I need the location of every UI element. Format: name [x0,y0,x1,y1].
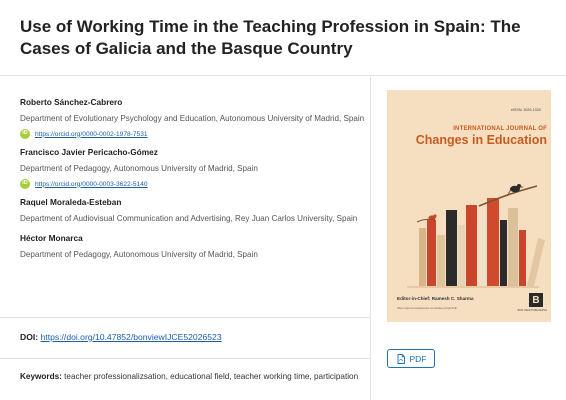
publisher-logo-icon: B [529,293,543,307]
author-affiliation: Department of Pedagogy, Autonomous Unive… [20,250,258,259]
cover-url: https://ojs.bonviewpress.com/index.php/I… [397,306,457,310]
orcid-icon: iD [20,179,30,189]
author-name: Francisco Javier Pericacho-Gómez [20,147,158,157]
author-entry: Héctor Monarca Department of Pedagogy, A… [20,232,365,262]
author-affiliation: Department of Pedagogy, Autonomous Unive… [20,164,258,173]
document-icon [397,353,405,364]
cover-journal-subtitle: Changes in Education [415,133,547,147]
divider [0,317,371,318]
keywords-row: Keywords: teacher professionalizsation, … [20,370,365,383]
article-header: Use of Working Time in the Teaching Prof… [0,0,566,76]
cover-issn: eISSN: 3029-133X [511,108,541,112]
author-name: Héctor Monarca [20,233,83,243]
article-main-panel: Roberto Sánchez-Cabrero Department of Ev… [0,77,371,400]
bookshelf-illustration [407,184,545,288]
author-name: Roberto Sánchez-Cabrero [20,97,123,107]
journal-cover-image[interactable]: eISSN: 3029-133X INTERNATIONAL JOURNAL O… [387,90,551,322]
publisher-name: BON VIEW PUBLISHING [517,309,547,312]
author-affiliation: Department of Audiovisual Communication … [20,214,358,223]
doi-link[interactable]: https://doi.org/10.47852/bonviewIJCE5202… [41,332,222,342]
orcid-row: iD https://orcid.org/0000-0003-3622-5140 [20,178,365,190]
author-entry: Francisco Javier Pericacho-Gómez Departm… [20,146,365,190]
cover-editor: Editor-in-Chief: Ramesh C. Sharma [397,296,474,301]
divider [0,358,371,359]
cover-journal-title: INTERNATIONAL JOURNAL OF [453,126,547,132]
author-affiliation: Department of Evolutionary Psychology an… [20,114,365,123]
doi-label: DOI: [20,332,39,342]
orcid-link[interactable]: https://orcid.org/0000-0002-1978-7531 [35,131,148,138]
author-name: Raquel Moraleda-Esteban [20,197,122,207]
doi-row: DOI: https://doi.org/10.47852/bonviewIJC… [20,332,222,342]
keywords-label: Keywords: [20,372,62,381]
orcid-row: iD https://orcid.org/0000-0002-1978-7531 [20,128,365,140]
pdf-button-label: PDF [409,353,427,364]
author-entry: Roberto Sánchez-Cabrero Department of Ev… [20,96,365,140]
author-entry: Raquel Moraleda-Esteban Department of Au… [20,196,365,226]
orcid-link[interactable]: https://orcid.org/0000-0003-3622-5140 [35,181,148,188]
author-list: Roberto Sánchez-Cabrero Department of Ev… [20,96,365,268]
pdf-download-button[interactable]: PDF [387,349,435,368]
orcid-icon: iD [20,129,30,139]
article-title: Use of Working Time in the Teaching Prof… [20,17,521,58]
keywords-text: teacher professionalizsation, educationa… [64,372,359,381]
article-sidebar: eISSN: 3029-133X INTERNATIONAL JOURNAL O… [372,77,566,400]
